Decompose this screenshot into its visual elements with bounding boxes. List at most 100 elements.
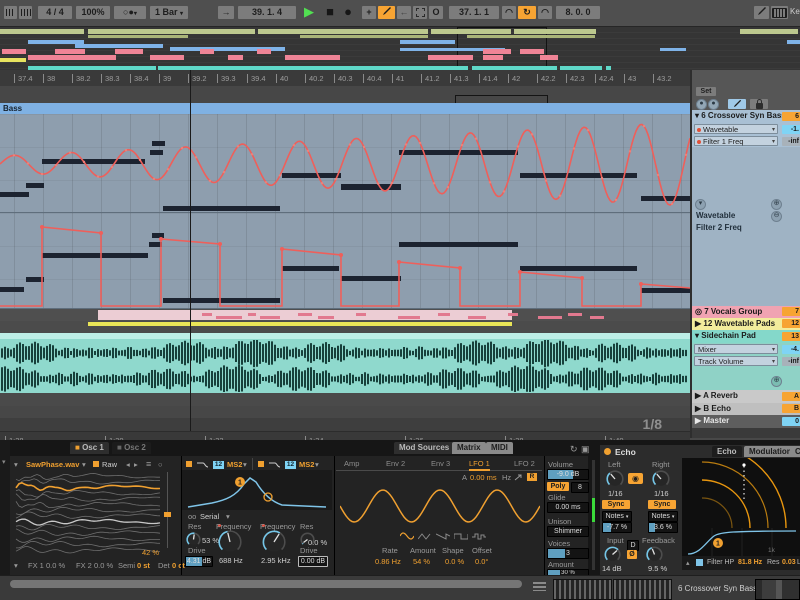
- quantize-menu[interactable]: 1 Bar ▾: [150, 6, 188, 19]
- glide-value[interactable]: 0.00 ms: [547, 502, 589, 513]
- phase-invert-button[interactable]: Ø: [627, 550, 637, 559]
- fold-lane-button[interactable]: ▾: [695, 199, 706, 210]
- osc2-toggle-icon[interactable]: ■: [117, 443, 122, 452]
- echo-right-time-knob[interactable]: [652, 470, 670, 488]
- wave-position-slider-handle[interactable]: [164, 512, 171, 517]
- echo-right-mode-menu[interactable]: Notes ▾: [648, 511, 678, 522]
- set-button[interactable]: Set: [696, 87, 716, 96]
- subtab-env2[interactable]: Env 2: [386, 458, 405, 469]
- track-header-sidechain[interactable]: ▾ Sidechain Pad 13: [692, 330, 800, 343]
- osc-effect-mode[interactable]: Raw: [102, 460, 117, 469]
- rate-value[interactable]: 0.86 Hz: [375, 557, 401, 566]
- filter2-circuit[interactable]: MS2: [299, 460, 314, 469]
- track-header-synbass[interactable]: ▾ 6 Crossover Syn Bass 6: [692, 110, 800, 124]
- filter-routing[interactable]: Serial: [200, 512, 219, 521]
- hot-swap-icon[interactable]: ↻: [570, 444, 578, 455]
- lfo-shape-random-icon[interactable]: [472, 532, 486, 541]
- fold-icon[interactable]: ▶: [695, 404, 701, 413]
- filter2-slope-badge[interactable]: 12: [285, 461, 296, 469]
- filter-hp-value[interactable]: 81.8 Hz: [738, 559, 762, 566]
- filter2-freq-knob[interactable]: [262, 530, 286, 554]
- save-preset-icon[interactable]: ▣: [581, 444, 590, 455]
- offset-value[interactable]: 0.0°: [475, 557, 488, 566]
- scrub-area[interactable]: [0, 86, 690, 104]
- back-to-arrangement-button[interactable]: ←: [397, 6, 411, 19]
- track-lane-master[interactable]: 1/8: [0, 418, 690, 431]
- playhead[interactable]: [190, 70, 191, 431]
- filter2-type-icon[interactable]: [268, 460, 282, 469]
- menu-icon[interactable]: [533, 582, 546, 591]
- filter1-slope-badge[interactable]: 12: [213, 461, 224, 469]
- osc1-toggle-icon[interactable]: ■: [75, 443, 80, 452]
- punch-out-button[interactable]: ◠: [538, 6, 552, 19]
- voices-value[interactable]: 3: [547, 548, 589, 559]
- osc-fold-icon[interactable]: ▾: [14, 561, 18, 570]
- tab-modulation[interactable]: Modulation: [744, 446, 797, 457]
- poly-button[interactable]: Poly: [547, 482, 569, 491]
- echo-input-value[interactable]: 14 dB: [602, 564, 622, 573]
- filter1-freq-automation-curve[interactable]: [0, 114, 690, 212]
- echo-input-knob[interactable]: [604, 546, 621, 563]
- filter-toggle[interactable]: [696, 559, 703, 566]
- add-lane-button[interactable]: ⊕: [771, 199, 782, 210]
- punch-region-button[interactable]: [413, 6, 427, 19]
- echo-right-offset[interactable]: 3.6 %: [648, 522, 678, 533]
- send-badge[interactable]: -inf: [782, 137, 800, 146]
- prev-marker-button[interactable]: ●: [696, 99, 707, 110]
- param-chooser[interactable]: Filter 1 Freq▾: [694, 136, 778, 146]
- loop-start[interactable]: 37. 1. 1: [449, 6, 499, 19]
- lfo-shape-triangle-icon[interactable]: [418, 532, 432, 541]
- filter1-circuit[interactable]: MS2: [227, 460, 242, 469]
- linear-view-icon[interactable]: ○: [158, 460, 163, 469]
- track-lane-return-a[interactable]: [0, 393, 690, 407]
- unfold-icon[interactable]: ▾: [695, 331, 699, 340]
- wavetable-name[interactable]: SawPhase.wav: [26, 460, 79, 469]
- remove-lane-button[interactable]: ⊖: [771, 211, 782, 222]
- play-button[interactable]: ▶: [300, 3, 318, 21]
- key-map-button[interactable]: Key: [790, 7, 800, 16]
- wave-position-value[interactable]: 42 %: [142, 548, 159, 557]
- unison-mode-menu[interactable]: Shimmer: [547, 526, 589, 537]
- lfo-shape-saw-icon[interactable]: [436, 532, 450, 541]
- track-volume-badge[interactable]: -4.: [782, 345, 800, 354]
- beat-time-ruler[interactable]: 37.43838.238.338.43939.239.339.44040.240…: [0, 70, 690, 86]
- device-title[interactable]: Echo: [615, 447, 636, 457]
- tab-osc1[interactable]: ■ Osc 1: [70, 442, 109, 454]
- tab-midi[interactable]: MIDI: [486, 442, 513, 454]
- filter-res-value[interactable]: 0.03: [782, 559, 796, 566]
- computer-midi-keyboard-button[interactable]: [771, 6, 788, 19]
- lfo-retrig-badge[interactable]: R: [527, 473, 537, 481]
- stereo-link-button[interactable]: ◉: [628, 473, 643, 484]
- shape-value[interactable]: 0.0 %: [445, 557, 464, 566]
- echo-right-division[interactable]: 1/16: [654, 489, 669, 498]
- wav-prev-icon[interactable]: ▾: [14, 460, 18, 469]
- track-lane-sidechain-pad[interactable]: [0, 333, 690, 393]
- list-view-icon[interactable]: ≡: [146, 459, 151, 469]
- automation-lane-filter2-freq[interactable]: [0, 213, 690, 309]
- fold-icon[interactable]: ▴: [686, 559, 690, 567]
- device-chooser[interactable]: Wavetable▾: [694, 124, 778, 134]
- chevron-down-icon[interactable]: ▾: [315, 460, 319, 469]
- detune-value[interactable]: 0 ct: [172, 561, 185, 570]
- track-header-return-a[interactable]: ▶ A Reverb A: [692, 390, 800, 404]
- fx2-value[interactable]: 0.0 %: [94, 561, 113, 570]
- fold-icon[interactable]: ▶: [695, 391, 701, 400]
- track-lane-wavetable-pads[interactable]: [0, 321, 690, 333]
- draw-automation-button[interactable]: [728, 99, 746, 109]
- osc-effect-toggle[interactable]: [93, 461, 99, 467]
- record-button[interactable]: ●: [340, 3, 356, 21]
- lock-envelopes-button[interactable]: [750, 99, 768, 109]
- param-chooser[interactable]: Track Volume▾: [694, 356, 778, 366]
- chevron-down-icon[interactable]: ▾: [82, 460, 86, 469]
- lfo-waveform-display[interactable]: [340, 484, 540, 528]
- chevron-down-icon[interactable]: ▾: [243, 460, 247, 469]
- device-chain-thumbnail[interactable]: [553, 579, 612, 600]
- overdub-button[interactable]: +: [362, 6, 376, 19]
- horizontal-scrollbar[interactable]: [10, 580, 522, 588]
- amount-value[interactable]: 54 %: [413, 557, 430, 566]
- track-volume-badge[interactable]: -1.: [782, 125, 800, 134]
- filter2-freq-automation-curve[interactable]: [0, 213, 690, 308]
- device-chooser[interactable]: Mixer▾: [694, 344, 778, 354]
- volume-value[interactable]: -9.0 dB: [547, 469, 589, 480]
- echo-left-division[interactable]: 1/16: [608, 489, 623, 498]
